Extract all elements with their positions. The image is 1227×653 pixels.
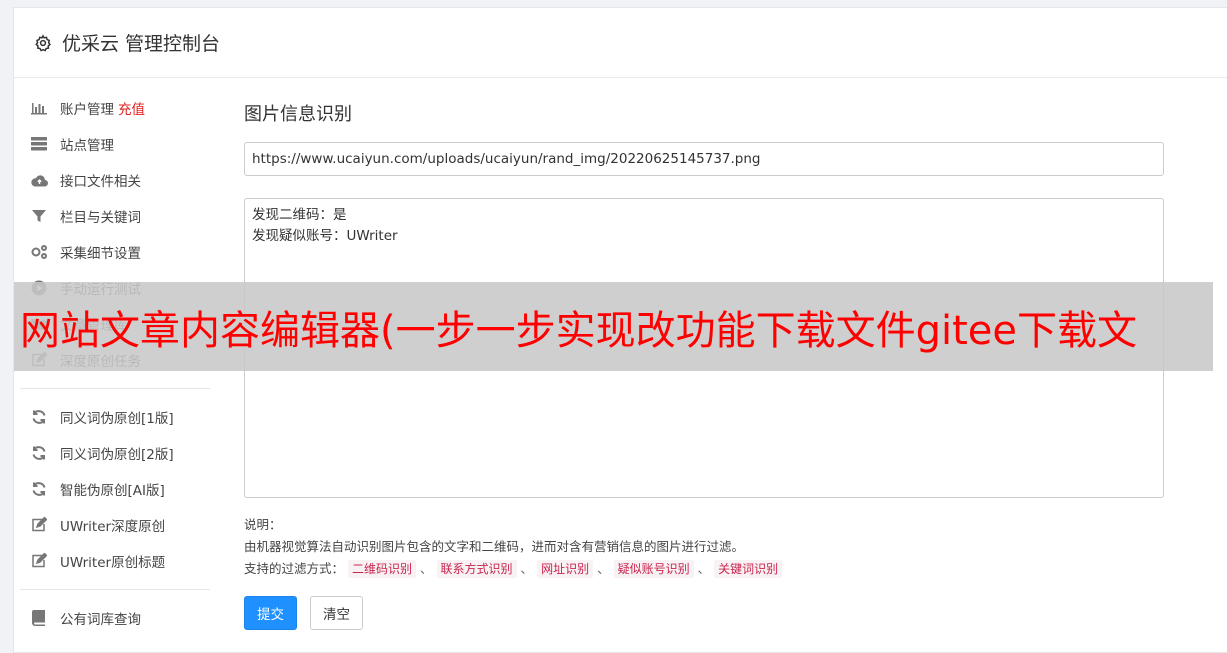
- sidebar-item[interactable]: 栏目与关键词: [20, 198, 210, 234]
- refresh-icon: [30, 444, 48, 462]
- refresh-icon: [30, 408, 48, 426]
- notes-label: 说明：: [244, 517, 282, 532]
- edit-icon: [30, 552, 48, 570]
- sidebar-item-label: UWriter原创标题: [60, 555, 166, 571]
- button-row: 提交 清空: [244, 596, 1164, 630]
- clear-button[interactable]: 清空: [310, 596, 363, 630]
- filter-sep: 、: [520, 561, 534, 576]
- filter-label: 支持的过滤方式：: [244, 561, 345, 576]
- submit-button[interactable]: 提交: [244, 596, 297, 630]
- gears-icon: [30, 243, 48, 261]
- sidebar-item[interactable]: 接口文件相关: [20, 162, 210, 198]
- cloud-upload-icon: [30, 171, 48, 189]
- filter-tag: 二维码识别: [348, 560, 417, 578]
- edit-icon: [30, 516, 48, 534]
- sidebar-item-label: 账户管理: [60, 102, 114, 118]
- image-url-input[interactable]: [244, 142, 1164, 176]
- filter-sep: 、: [697, 561, 711, 576]
- gear-icon: [34, 33, 52, 52]
- filter-tag: 关键词识别: [714, 560, 783, 578]
- sidebar-item[interactable]: 公有词库查询: [20, 600, 210, 636]
- sidebar-divider: [20, 388, 210, 389]
- sidebar-item-label: UWriter深度原创: [60, 519, 166, 535]
- section-title: 图片信息识别: [244, 104, 352, 125]
- sidebar-item[interactable]: 同义词伪原创[2版]: [20, 435, 210, 471]
- filter-sep: 、: [420, 561, 433, 576]
- page-title: 优采云 管理控制台: [62, 33, 221, 55]
- sidebar-item[interactable]: 智能伪原创[AI版]: [20, 471, 210, 507]
- sidebar-item[interactable]: 同义词伪原创[1版]: [20, 399, 210, 435]
- sidebar-item[interactable]: 站点管理: [20, 126, 210, 162]
- filter-tag: 联系方式识别: [436, 560, 517, 578]
- filter-tag: 网址识别: [537, 560, 594, 578]
- sidebar-item-label: 同义词伪原创[2版]: [60, 447, 174, 463]
- watermark-text: 网站文章内容编辑器(一步一步实现改功能下载文件gitee下载文: [20, 307, 1138, 354]
- filter-icon: [30, 207, 48, 225]
- book-icon: [30, 609, 48, 627]
- sidebar-item-label: 公有词库查询: [60, 612, 141, 628]
- sidebar-item-label: 同义词伪原创[1版]: [60, 411, 174, 427]
- sidebar-divider: [20, 589, 210, 590]
- sidebar-item-label: 接口文件相关: [60, 174, 141, 190]
- notes-desc: 由机器视觉算法自动识别图片包含的文字和二维码，进而对含有营销信息的图片进行过滤。: [244, 539, 745, 554]
- sidebar-item[interactable]: 账户管理 充值: [20, 90, 210, 126]
- sidebar-item-label: 采集细节设置: [60, 246, 141, 262]
- filter-methods: 支持的过滤方式： 二维码识别、联系方式识别、网址识别、疑似账号识别、关键词识别: [244, 558, 1164, 580]
- recharge-link[interactable]: 充值: [118, 98, 145, 118]
- filter-sep: 、: [597, 561, 610, 576]
- page-header: 优采云 管理控制台: [14, 8, 1227, 78]
- sidebar-item-label: 站点管理: [60, 138, 114, 154]
- sidebar-item[interactable]: UWriter深度原创: [20, 507, 210, 543]
- server-icon: [30, 135, 48, 153]
- refresh-icon: [30, 480, 48, 498]
- filter-tag: 疑似账号识别: [613, 560, 694, 578]
- watermark-banner: 网站文章内容编辑器(一步一步实现改功能下载文件gitee下载文: [14, 282, 1213, 371]
- sidebar-item-label: 智能伪原创[AI版]: [60, 483, 165, 499]
- sidebar-item[interactable]: UWriter原创标题: [20, 543, 210, 579]
- sidebar-item-label: 栏目与关键词: [60, 210, 141, 226]
- notes: 说明： 由机器视觉算法自动识别图片包含的文字和二维码，进而对含有营销信息的图片进…: [244, 514, 1164, 580]
- sidebar-item[interactable]: 采集细节设置: [20, 234, 210, 270]
- bar-chart-icon: [30, 99, 48, 117]
